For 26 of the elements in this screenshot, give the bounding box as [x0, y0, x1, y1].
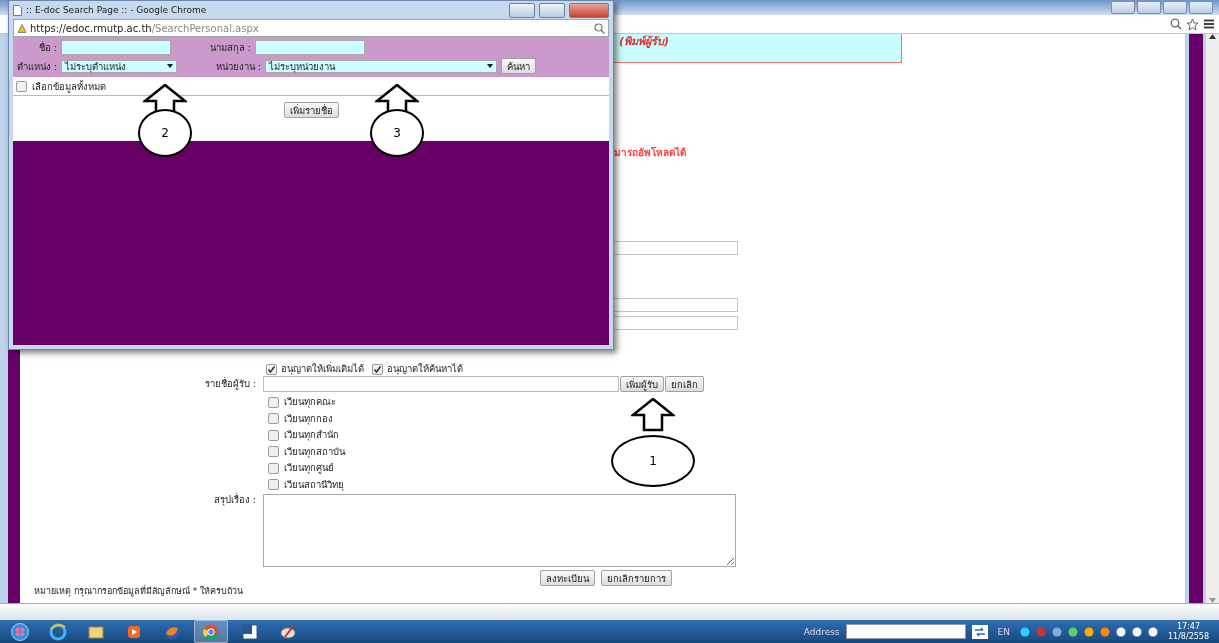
- callout-number: 1: [649, 454, 657, 468]
- field-label: รายชื่อผู้รับ :: [203, 378, 257, 390]
- callout-number: 2: [161, 126, 169, 140]
- checkbox-label: เวียนทุกสำนัก: [284, 429, 339, 442]
- upload-note: มารถอัพโหลดได้: [614, 147, 687, 159]
- checkbox-label: เวียนทุกศูนย์: [284, 462, 334, 475]
- checkbox-label: เวียนทุกกอง: [284, 412, 333, 425]
- window-title: :: E-doc Search Page :: - Google Chrome: [26, 5, 207, 15]
- field-label: นามสกุล :: [208, 41, 251, 55]
- clock-time: 17:47: [1176, 621, 1200, 632]
- callout-number: 3: [393, 126, 401, 140]
- field-label: หน่วยงาน :: [214, 59, 261, 74]
- checkbox-label: อนุญาตให้เพิ่มเติมได้: [281, 363, 364, 375]
- field-label: ชื่อ :: [37, 40, 57, 55]
- url-text: https://edoc.rmutp.ac.th/SearchPersonal.aspx: [30, 22, 259, 34]
- address-label: Address: [803, 626, 840, 637]
- footnote: หมายเหตุ กรุณากรอกข้อมูลที่มีสัญลักษณ์ * ให้ครบถ้วน: [34, 586, 245, 597]
- checkbox-label: เวียนทุกสถาบัน: [284, 445, 345, 458]
- checkbox-label: เลือกข้อมูลทั้งหมด: [32, 79, 106, 94]
- field-label: ตำแหน่ง :: [15, 59, 57, 74]
- field-label: สรุปเรื่อง :: [212, 494, 257, 506]
- notice-text: (พิมพ์ผู้รับ): [619, 35, 670, 48]
- clock-date: 11/8/2558: [1167, 631, 1209, 642]
- checkbox-label: เวียนสถานีวิทยุ: [284, 478, 344, 491]
- checkbox-label: อนุญาตให้ค้นหาได้: [387, 363, 463, 375]
- checkbox-label: เวียนทุกคณะ: [284, 396, 336, 409]
